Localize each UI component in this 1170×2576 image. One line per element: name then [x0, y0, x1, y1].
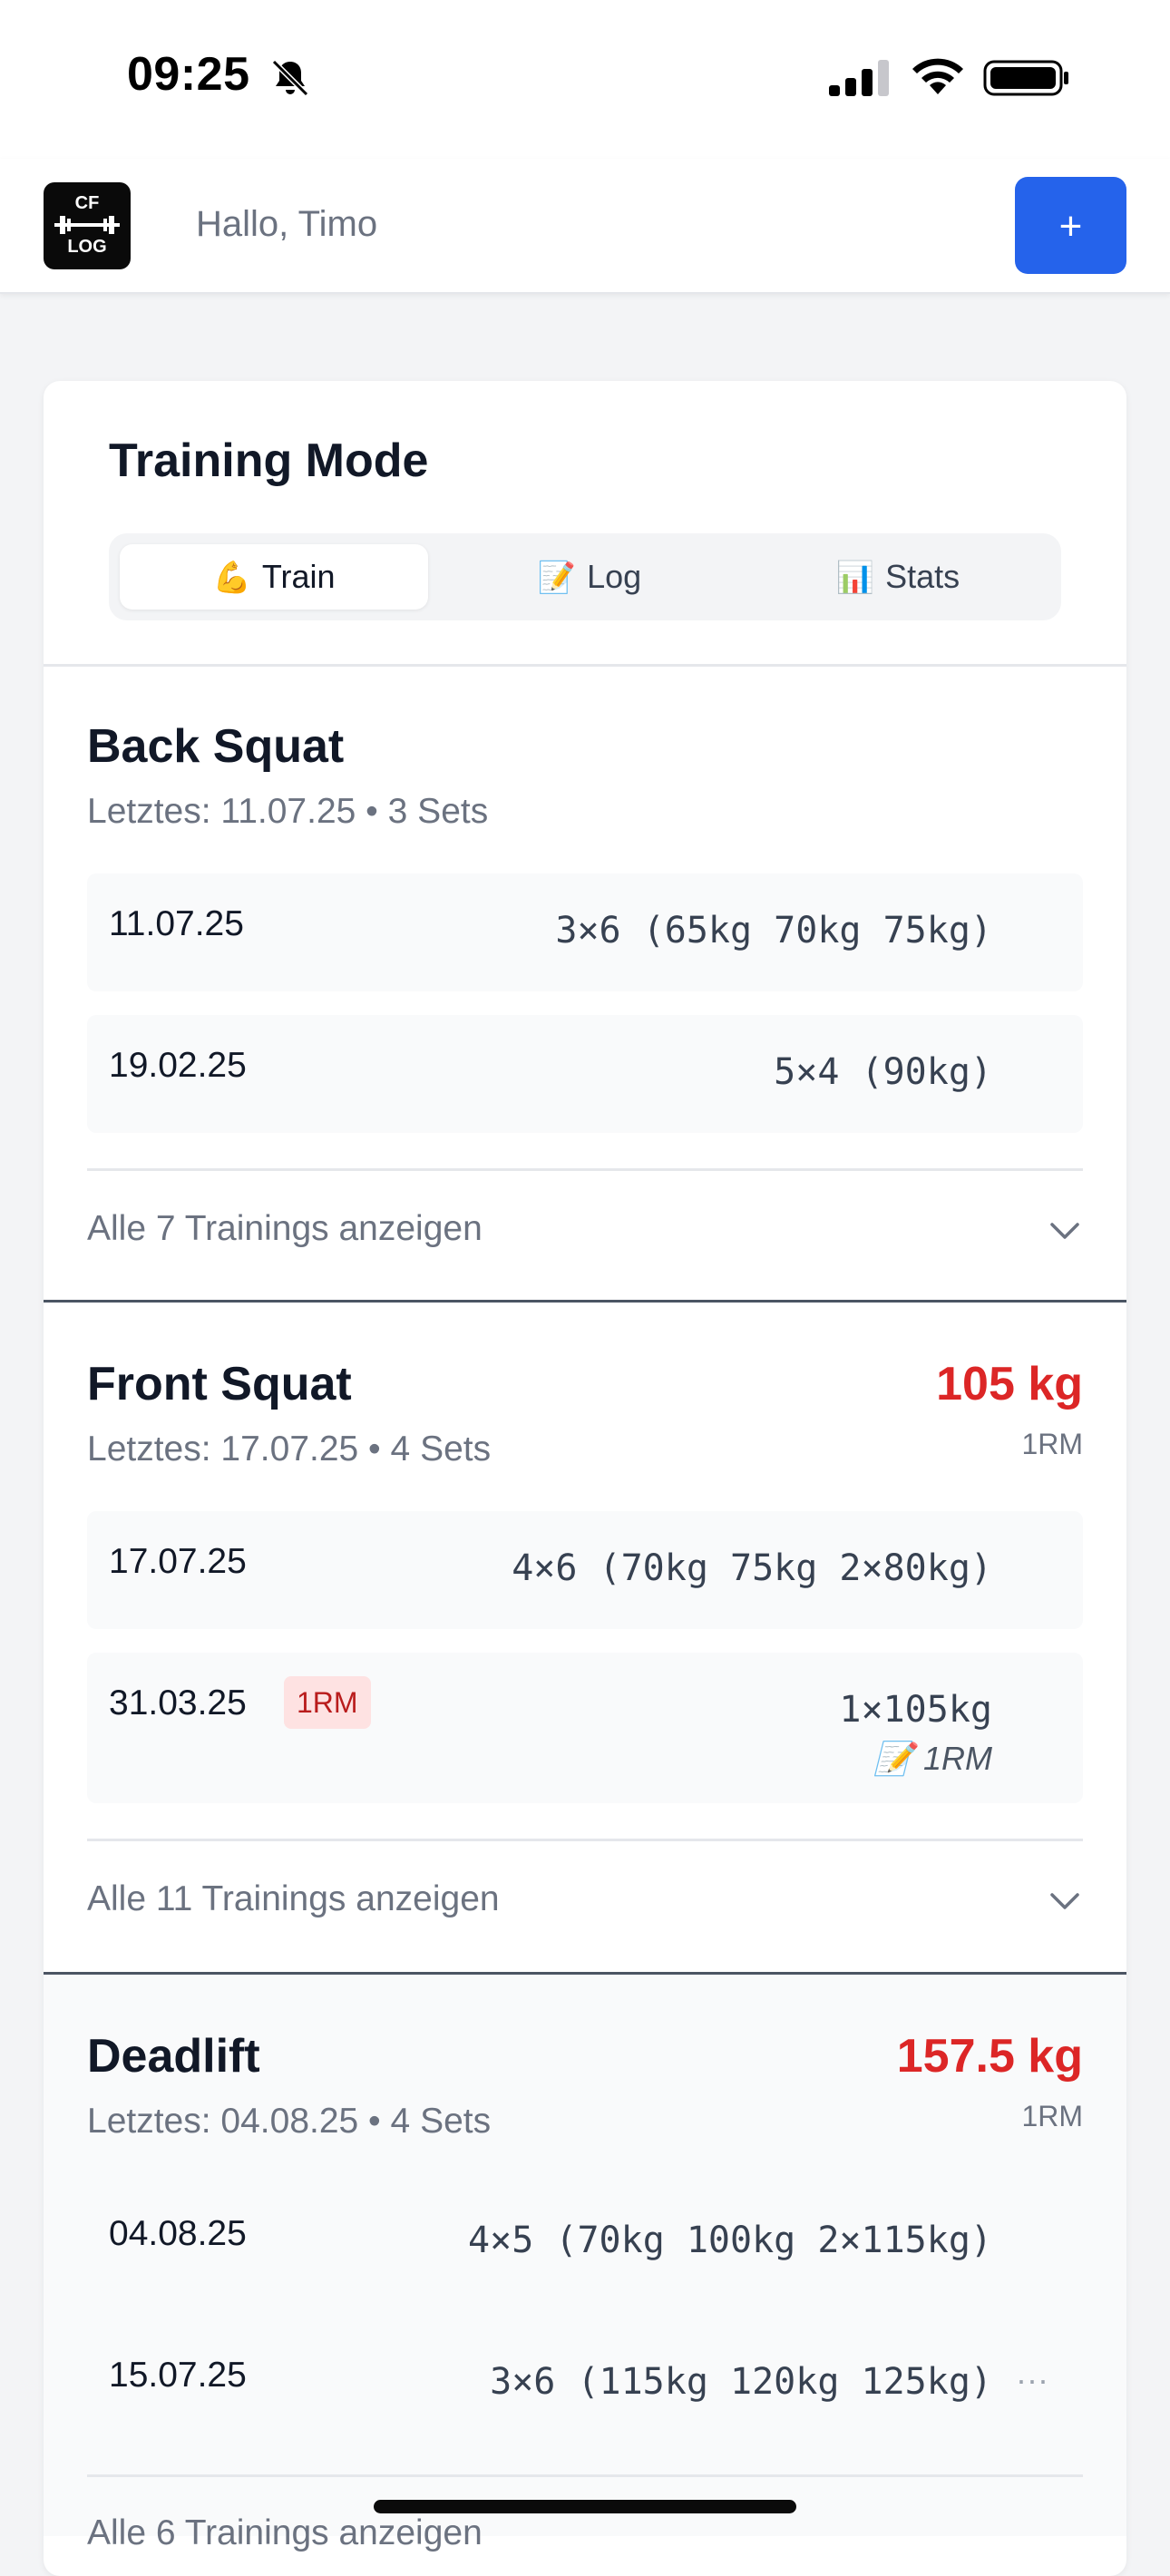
- exercise-name: Deadlift: [87, 2030, 260, 2083]
- exercise-section: Back Squat Letztes: 11.07.25 • 3 Sets 11…: [44, 665, 1126, 1300]
- one-rep-max-label: 1RM: [1021, 2100, 1083, 2132]
- add-button[interactable]: +: [1015, 177, 1126, 274]
- battery-icon: [983, 60, 1068, 96]
- show-all-trainings-link[interactable]: Alle 7 Trainings anzeigen: [87, 1209, 483, 1249]
- entry-date: 17.07.25: [109, 1542, 247, 1581]
- one-rep-max-label: 1RM: [1021, 1428, 1083, 1460]
- exercise-section: Deadlift 157.5 kg Letztes: 04.08.25 • 4 …: [44, 1975, 1126, 2552]
- training-entry[interactable]: 31.03.25 1RM 1×105kg 📝 1RM: [87, 1653, 1083, 1803]
- exercise-subtitle: Letztes: 11.07.25 • 3 Sets: [87, 792, 489, 831]
- bar-chart-icon: 📊: [835, 561, 875, 595]
- entry-sets: 4×6 (70kg 75kg 2×80kg): [512, 1547, 992, 1589]
- divider: [87, 1839, 1083, 1841]
- training-entry[interactable]: 19.02.25 5×4 (90kg): [87, 1015, 1083, 1133]
- chevron-down-icon[interactable]: [1047, 1883, 1083, 1919]
- memo-icon: 📝: [537, 561, 577, 595]
- tab-label: Log: [587, 558, 642, 595]
- divider: [87, 1168, 1083, 1171]
- home-indicator: [374, 2500, 796, 2513]
- exercise-section: Front Squat 105 kg Letztes: 17.07.25 • 4…: [44, 1303, 1126, 1972]
- entry-note: 📝 1RM: [873, 1740, 992, 1778]
- entry-sets: 1×105kg: [839, 1689, 992, 1731]
- entry-sets: 4×5 (70kg 100kg 2×115kg): [468, 2220, 992, 2261]
- more-icon[interactable]: ···: [1016, 2361, 1048, 2399]
- tab-label: Train: [261, 558, 336, 595]
- flexed-biceps-icon: 💪: [212, 561, 251, 595]
- mode-segmented-control: 💪 Train 📝 Log 📊 Stats: [109, 533, 1061, 620]
- exercise-name: Front Squat: [87, 1358, 352, 1410]
- tab-log[interactable]: 📝 Log: [435, 544, 744, 610]
- exercise-subtitle: Letztes: 04.08.25 • 4 Sets: [87, 2102, 492, 2141]
- entry-date: 04.08.25: [109, 2214, 247, 2253]
- entry-date: 11.07.25: [109, 904, 244, 943]
- training-entry[interactable]: 04.08.25 4×5 (70kg 100kg 2×115kg): [87, 2183, 1083, 2301]
- one-rep-max-badge: 1RM: [284, 1676, 371, 1729]
- entry-sets: 5×4 (90kg): [774, 1051, 992, 1093]
- one-rep-max-value: 105 kg: [936, 1358, 1083, 1410]
- app-header: CF LOG Hallo, Timo +: [0, 159, 1170, 294]
- card-title: Training Mode: [109, 434, 429, 487]
- tab-label: Stats: [885, 558, 960, 595]
- one-rep-max-value: 157.5 kg: [896, 2030, 1083, 2083]
- tab-stats[interactable]: 📊 Stats: [744, 544, 1052, 610]
- entry-date: 31.03.25: [109, 1683, 247, 1722]
- entry-date: 19.02.25: [109, 1046, 247, 1085]
- chevron-down-icon[interactable]: [1047, 1213, 1083, 1249]
- barbell-icon: [54, 216, 120, 234]
- exercise-name: Back Squat: [87, 720, 345, 773]
- note-text: 1RM: [922, 1740, 992, 1777]
- app-logo: CF LOG: [44, 182, 131, 269]
- logo-text-bottom: LOG: [67, 237, 107, 257]
- greeting-text: Hallo, Timo: [196, 204, 378, 244]
- training-entry[interactable]: 17.07.25 4×6 (70kg 75kg 2×80kg): [87, 1511, 1083, 1629]
- status-time: 09:25: [127, 48, 250, 101]
- memo-icon: 📝: [873, 1740, 914, 1777]
- status-bar: 09:25: [0, 0, 1170, 159]
- divider: [87, 2474, 1083, 2477]
- entry-sets: 3×6 (65kg 70kg 75kg): [555, 910, 992, 951]
- exercise-subtitle: Letztes: 17.07.25 • 4 Sets: [87, 1429, 492, 1469]
- entry-sets: 3×6 (115kg 120kg 125kg): [490, 2361, 992, 2403]
- logo-text-top: CF: [74, 193, 100, 213]
- training-entry[interactable]: 11.07.25 3×6 (65kg 70kg 75kg): [87, 873, 1083, 991]
- wifi-icon: [912, 58, 963, 94]
- tab-train[interactable]: 💪 Train: [120, 544, 428, 610]
- entry-date: 15.07.25: [109, 2356, 247, 2395]
- cellular-signal-icon: [829, 60, 889, 96]
- training-entry[interactable]: 15.07.25 3×6 (115kg 120kg 125kg) ···: [87, 2325, 1083, 2443]
- show-all-trainings-link[interactable]: Alle 11 Trainings anzeigen: [87, 1879, 500, 1919]
- bell-muted-icon: [271, 59, 309, 97]
- show-all-trainings-link[interactable]: Alle 6 Trainings anzeigen: [87, 2513, 483, 2553]
